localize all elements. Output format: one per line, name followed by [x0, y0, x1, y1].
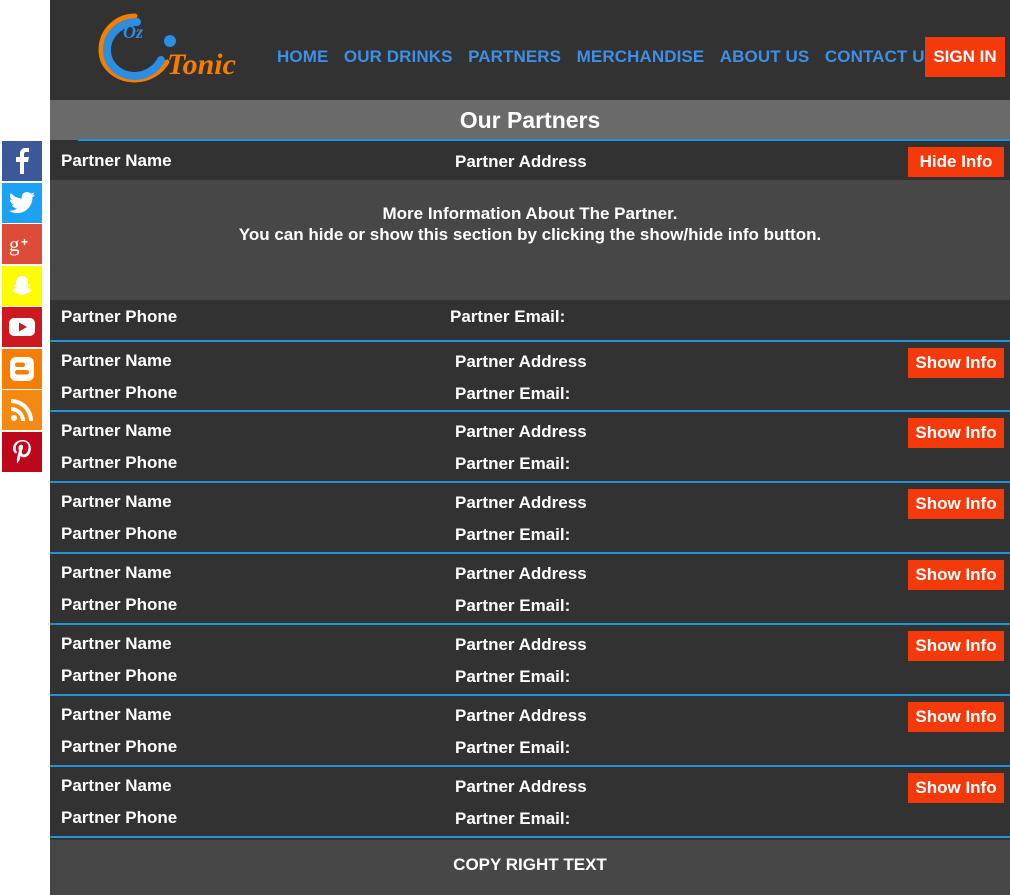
- show-info-button[interactable]: Show Info: [908, 348, 1004, 378]
- partner-name: Partner Name: [61, 776, 172, 795]
- partner-address: Partner Address: [455, 152, 587, 171]
- nav-about-us[interactable]: ABOUT US: [720, 47, 810, 67]
- partner-email: Partner Email:: [450, 307, 566, 326]
- partner-name: Partner Name: [61, 563, 172, 582]
- partner-card: Partner Name Partner Address Show Info P…: [50, 412, 1010, 481]
- svg-text:g: g: [9, 232, 20, 256]
- main-panel: Oz Tonic HOME OUR DRINKS PARTNERS MERCHA…: [50, 0, 1010, 895]
- blogger-icon: [10, 356, 34, 381]
- partner-card: Partner Name Partner Address Show Info P…: [50, 342, 1010, 411]
- google-plus-icon: g +: [9, 232, 28, 256]
- partner-email: Partner Email:: [455, 667, 571, 686]
- svg-text:Tonic: Tonic: [167, 48, 236, 81]
- twitter-icon: [9, 191, 35, 213]
- nav-merchandise[interactable]: MERCHANDISE: [577, 47, 705, 67]
- partner-phone: Partner Phone: [61, 808, 178, 827]
- partner-phone: Partner Phone: [61, 453, 178, 472]
- nav-partners[interactable]: PARTNERS: [468, 47, 561, 67]
- partner-card: Partner Name Partner Address Show Info P…: [50, 696, 1010, 765]
- partner-address: Partner Address: [455, 777, 587, 796]
- sign-in-button[interactable]: SIGN IN: [925, 37, 1005, 77]
- title-underline: [78, 139, 1010, 141]
- site-footer: COPY RIGHT TEXT: [50, 840, 1010, 895]
- partner-name: Partner Name: [61, 492, 172, 511]
- partner-address: Partner Address: [455, 706, 587, 725]
- facebook-icon: [16, 148, 29, 174]
- partner-card: Partner Name Partner Address Show Info P…: [50, 554, 1010, 623]
- rss-button[interactable]: [2, 390, 42, 430]
- partner-phone: Partner Phone: [61, 737, 178, 756]
- page-title: Our Partners: [50, 100, 1010, 140]
- nav-our-drinks[interactable]: OUR DRINKS: [344, 47, 453, 67]
- partner-address: Partner Address: [455, 422, 587, 441]
- partner-phone: Partner Phone: [61, 524, 178, 543]
- partner-name: Partner Name: [61, 421, 172, 440]
- info-line-1: More Information About The Partner.: [382, 204, 678, 223]
- youtube-icon: [9, 318, 35, 336]
- show-info-button[interactable]: Show Info: [908, 418, 1004, 448]
- pinterest-button[interactable]: [2, 431, 42, 472]
- partner-email: Partner Email:: [455, 738, 571, 757]
- main-nav: HOME OUR DRINKS PARTNERS MERCHANDISE ABO…: [277, 47, 952, 67]
- youtube-button[interactable]: [2, 307, 42, 347]
- partner-name: Partner Name: [61, 705, 172, 724]
- partner-name: Partner Name: [61, 151, 172, 170]
- partner-phone: Partner Phone: [61, 307, 178, 326]
- partner-email: Partner Email:: [455, 384, 571, 403]
- show-info-button[interactable]: Show Info: [908, 702, 1004, 732]
- snapchat-icon: [12, 275, 32, 295]
- partner-phone: Partner Phone: [61, 595, 178, 614]
- partner-address: Partner Address: [455, 564, 587, 583]
- site-header: Oz Tonic HOME OUR DRINKS PARTNERS MERCHA…: [50, 0, 1010, 100]
- show-info-button[interactable]: Show Info: [908, 773, 1004, 803]
- partner-address: Partner Address: [455, 352, 587, 371]
- social-sidebar: g +: [2, 141, 42, 473]
- snapchat-button[interactable]: [2, 265, 42, 306]
- svg-text:+: +: [21, 235, 28, 249]
- nav-contact-us[interactable]: CONTACT US: [825, 47, 936, 67]
- info-line-2: You can hide or show this section by cli…: [238, 225, 822, 244]
- partner-info-panel: More Information About The Partner. You …: [50, 180, 1010, 300]
- card-divider: [50, 836, 1010, 838]
- nav-home[interactable]: HOME: [277, 47, 328, 67]
- partner-email: Partner Email:: [455, 809, 571, 828]
- partner-address: Partner Address: [455, 635, 587, 654]
- partner-phone: Partner Phone: [61, 666, 178, 685]
- partner-email: Partner Email:: [455, 596, 571, 615]
- facebook-button[interactable]: [2, 141, 42, 181]
- oz-tonic-logo[interactable]: Oz Tonic: [95, 10, 245, 90]
- partner-email: Partner Email:: [455, 454, 571, 473]
- google-plus-button[interactable]: g +: [2, 224, 42, 264]
- copyright-text: COPY RIGHT TEXT: [453, 855, 607, 874]
- partner-name: Partner Name: [61, 351, 172, 370]
- partner-name: Partner Name: [61, 634, 172, 653]
- partner-email: Partner Email:: [455, 525, 571, 544]
- svg-text:Oz: Oz: [123, 22, 143, 42]
- partner-card: Partner Name Partner Address Show Info P…: [50, 625, 1010, 694]
- partner-address: Partner Address: [455, 493, 587, 512]
- show-info-button[interactable]: Show Info: [908, 631, 1004, 661]
- hide-info-button[interactable]: Hide Info: [908, 147, 1004, 177]
- rss-icon: [11, 399, 33, 421]
- pinterest-icon: [13, 439, 31, 463]
- show-info-button[interactable]: Show Info: [908, 489, 1004, 519]
- partner-card: Partner Name Partner Address Show Info P…: [50, 767, 1010, 836]
- partner-phone: Partner Phone: [61, 383, 178, 402]
- partner-card: Partner Name Partner Address Show Info P…: [50, 483, 1010, 552]
- twitter-button[interactable]: [2, 182, 42, 223]
- show-info-button[interactable]: Show Info: [908, 560, 1004, 590]
- blogger-button[interactable]: [2, 348, 42, 389]
